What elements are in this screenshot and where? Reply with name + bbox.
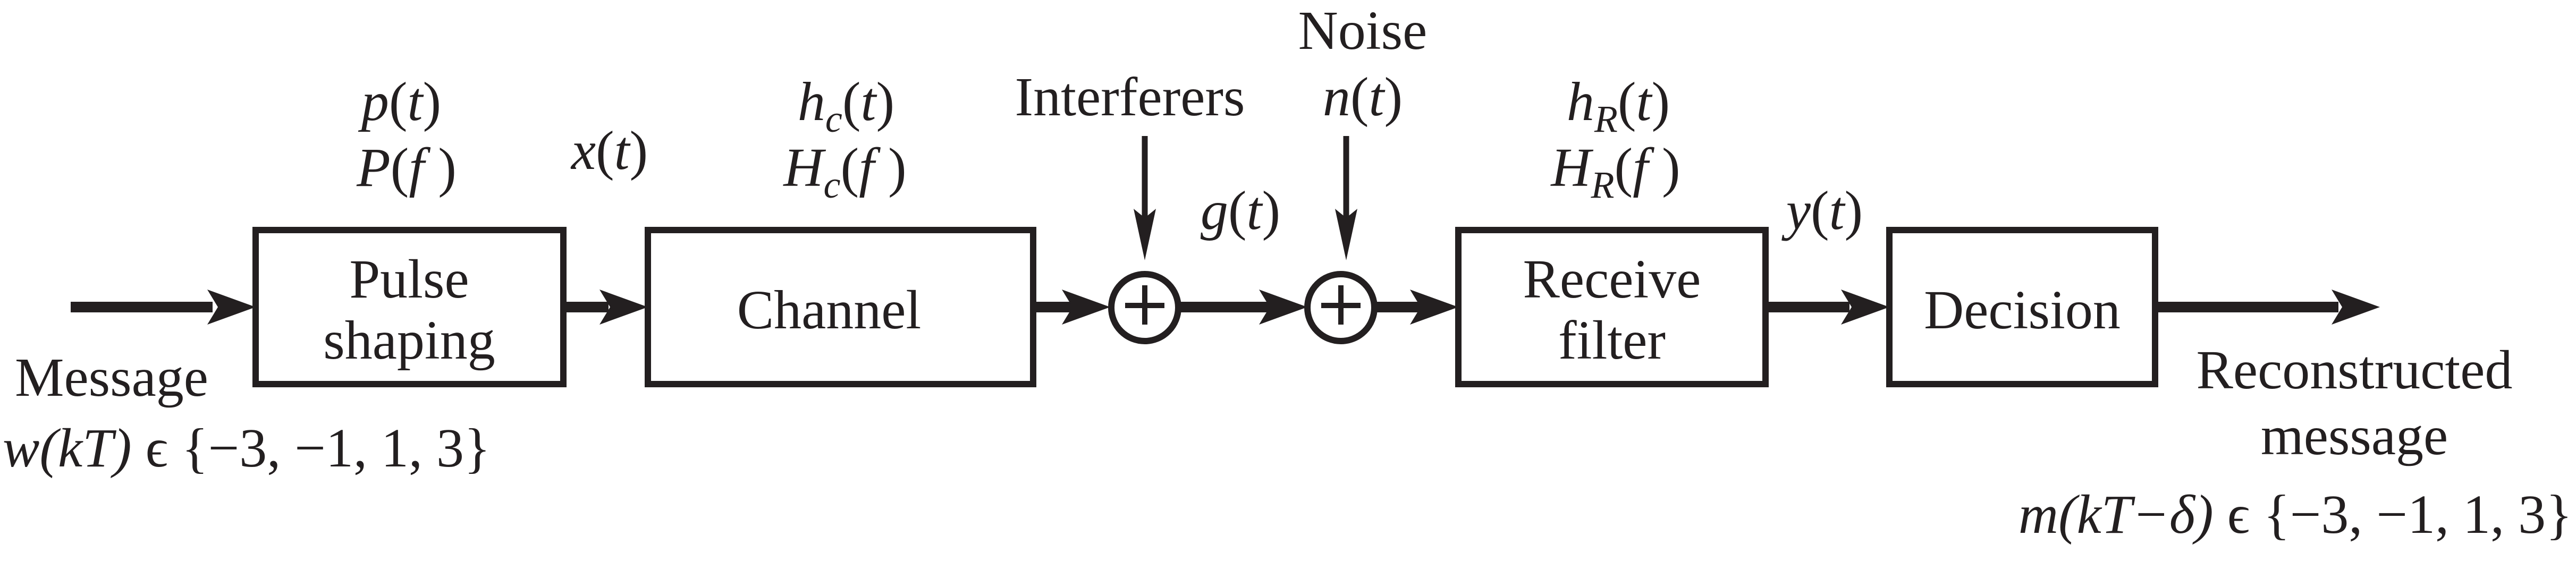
receive-filter-frequency-response: HR(f ) bbox=[1550, 137, 1680, 206]
noise-out-arrow bbox=[1374, 290, 1458, 325]
noise-signal-label: n(t) bbox=[1323, 66, 1403, 128]
pulse-shaping-label-1: Pulse bbox=[349, 249, 469, 310]
pulse-shaping-label-2: shaping bbox=[323, 310, 495, 371]
reconstructed-label: Reconstructed bbox=[2197, 339, 2513, 401]
channel-frequency-response: Hc(f ) bbox=[782, 137, 906, 206]
output-arrow bbox=[2154, 290, 2380, 325]
signal-g-label: g(t) bbox=[1201, 180, 1280, 241]
reconstructed-expression: m(kT−δ) ϵ {−3, −1, 1, 3} bbox=[2018, 484, 2572, 545]
interferers-arrow bbox=[1134, 136, 1156, 260]
receive-filter-impulse-response: hR(t) bbox=[1567, 71, 1670, 140]
receive-filter-label-1: Receive bbox=[1523, 249, 1701, 310]
summer-noise bbox=[1304, 271, 1378, 344]
g-arrow bbox=[1178, 290, 1307, 325]
decision-label: Decision bbox=[1924, 279, 2121, 341]
receive-filter-label-2: filter bbox=[1558, 310, 1666, 371]
channel-label: Channel bbox=[737, 279, 922, 341]
summer-interferers bbox=[1108, 271, 1181, 344]
noise-label: Noise bbox=[1298, 0, 1428, 61]
pulse-frequency-response: P(f ) bbox=[356, 137, 457, 198]
pulse-impulse-response: p(t) bbox=[358, 71, 441, 132]
signal-y-label: y(t) bbox=[1781, 180, 1863, 241]
channel-impulse-response: hc(t) bbox=[798, 71, 894, 140]
block-diagram: Pulse shaping Channel Receive filter Dec… bbox=[3, 0, 2572, 545]
interferers-label: Interferers bbox=[1015, 66, 1245, 128]
reconstructed-message-label: message bbox=[2261, 405, 2448, 466]
input-arrow bbox=[71, 290, 256, 325]
channel-out-arrow bbox=[1033, 290, 1110, 325]
signal-x-label: x(t) bbox=[570, 120, 648, 181]
message-expression: w(kT) ϵ {−3, −1, 1, 3} bbox=[3, 418, 491, 479]
message-label: Message bbox=[15, 347, 208, 408]
y-arrow bbox=[1766, 290, 1889, 325]
noise-arrow bbox=[1335, 136, 1357, 260]
x-arrow bbox=[563, 290, 648, 325]
